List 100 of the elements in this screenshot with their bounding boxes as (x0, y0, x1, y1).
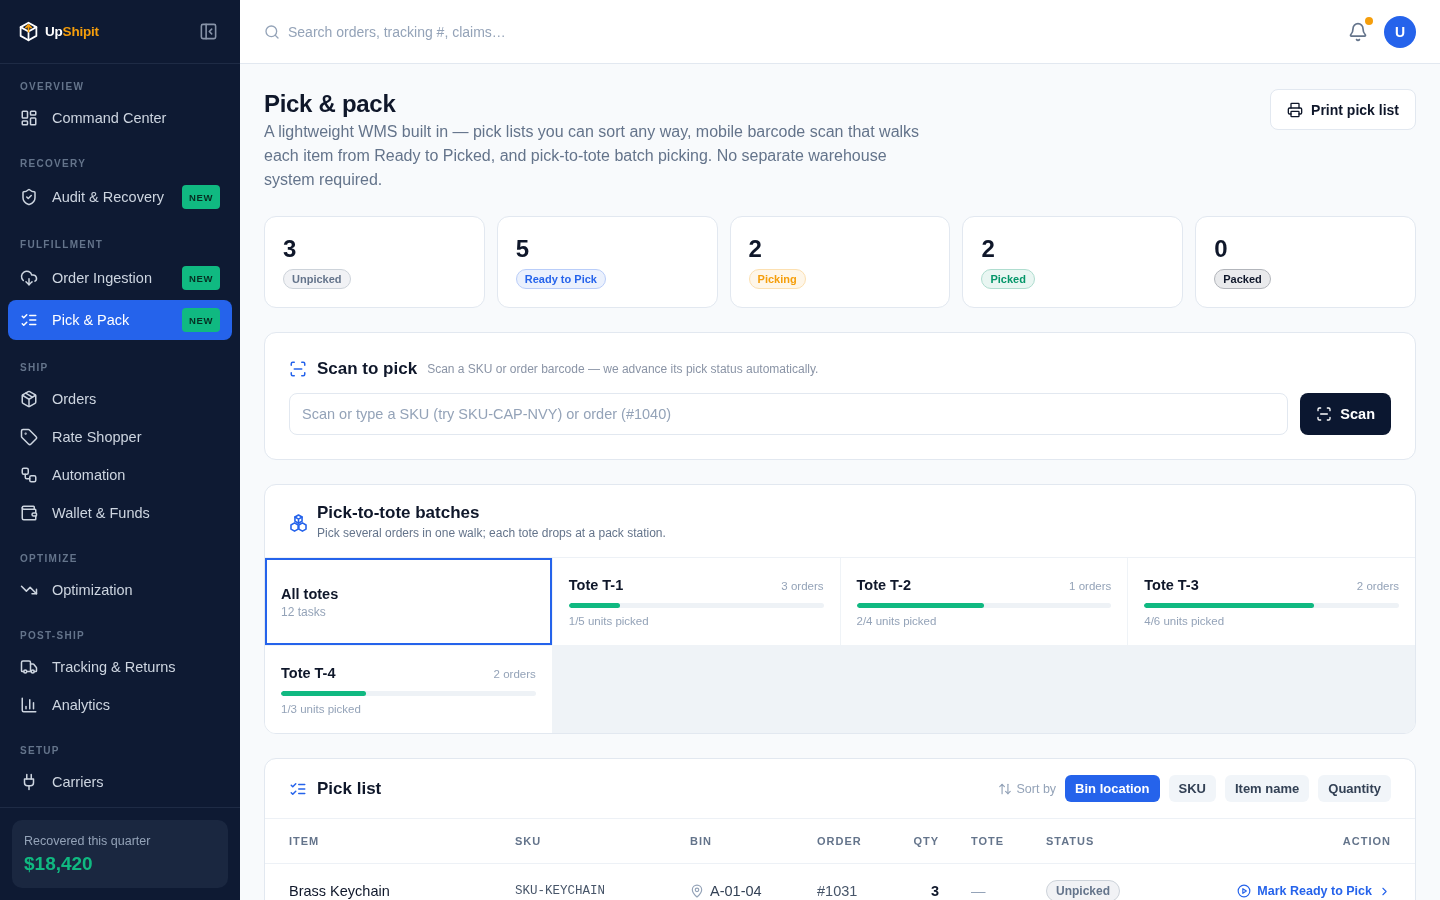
wallet-icon (20, 504, 38, 522)
nav-section-label: OVERVIEW (19, 80, 86, 94)
order-count: 1 orders (1069, 578, 1112, 594)
nav-item[interactable]: Optimization (8, 572, 232, 608)
section-title: Scan to pick (317, 359, 418, 379)
nav-item[interactable]: Orders (8, 381, 232, 417)
bell-icon (1348, 21, 1368, 42)
tote-value: — (970, 883, 987, 899)
new-badge: NEW (182, 308, 220, 332)
nav-item[interactable]: Order Ingestion NEW (8, 258, 232, 298)
mark-ready-link[interactable]: Mark Ready to Pick (1237, 884, 1391, 898)
play-circle-icon (1237, 884, 1252, 898)
order-count: 3 orders (781, 578, 824, 594)
sort-option[interactable]: Quantity (1318, 775, 1391, 802)
search-icon (264, 23, 280, 40)
nav-section-label: POST-SHIP (19, 629, 87, 643)
cloud-download-icon (20, 269, 38, 287)
new-badge: NEW (182, 266, 220, 290)
item-name: Brass Keychain (289, 883, 391, 899)
task-count: 12 tasks (281, 603, 327, 620)
package-icon (20, 390, 38, 408)
boxes-icon (289, 512, 308, 532)
stat-value: 0 (1214, 235, 1229, 263)
collapse-sidebar-button[interactable] (199, 22, 218, 41)
scan-button[interactable]: Scan (1300, 393, 1391, 435)
stat-value: 3 (283, 235, 298, 263)
page-description: A lightweight WMS built in — pick lists you can sort any way, mobile barcode scan that walks each item from Ready to Picked, and pick-to-tote batch picking. No separate warehouse system required. (264, 122, 921, 190)
column-header: QTY (913, 835, 939, 847)
sort-label: Sort by (1016, 781, 1057, 796)
user-avatar[interactable]: U (1384, 15, 1416, 48)
order-number: #1031 (817, 883, 859, 899)
order-count: 2 orders (493, 666, 536, 682)
progress-text: 1/5 units picked (568, 613, 650, 629)
stat-value: 2 (981, 235, 996, 263)
sort-arrows-icon (997, 781, 1012, 796)
summary-label: Recovered this quarter (24, 833, 152, 849)
column-header: BIN (690, 835, 713, 847)
tote-name: Tote T-4 (281, 663, 336, 683)
column-header: ORDER (817, 835, 863, 847)
section-subtitle: Scan a SKU or order barcode — we advance its pick status automatically. (427, 362, 819, 376)
tote-tile[interactable]: Tote T-1 3 orders 1/5 units picked (552, 558, 840, 645)
status-badge: Packed (1214, 269, 1271, 289)
sort-option[interactable]: Item name (1224, 775, 1310, 802)
order-count: 2 orders (1356, 578, 1399, 594)
nav-section-label: RECOVERY (19, 157, 88, 171)
status-badge: Picking (748, 269, 806, 289)
nav-item[interactable]: Tracking & Returns (8, 649, 232, 685)
summary-value: $18,420 (24, 852, 94, 876)
tote-tile[interactable]: All totes 12 tasks (265, 558, 552, 645)
status-badge: Ready to Pick (515, 269, 606, 289)
sku-code: SKU-KEYCHAIN (515, 884, 606, 898)
section-subtitle: Pick several orders in one walk; each tote drops at a pack station. (317, 525, 666, 541)
section-title: Pick-to-tote batches (317, 503, 481, 523)
tote-tile[interactable]: Tote T-2 1 orders 2/4 units picked (840, 558, 1128, 645)
sort-option[interactable]: SKU (1168, 775, 1216, 802)
workflow-icon (20, 466, 38, 484)
stat-value: 5 (515, 235, 531, 263)
status-badge: Picked (981, 269, 1035, 289)
scan-input-field[interactable]: Scan or type a SKU (try SKU-CAP-NVY) or order (#1040) (289, 393, 1289, 435)
nav-item[interactable]: Carriers (8, 764, 232, 800)
nav-section-label: FULFILLMENT (19, 238, 105, 252)
panel-collapse-icon (199, 22, 218, 41)
nav-item[interactable]: Pick & Pack NEW (8, 300, 232, 340)
bin-location: A-01-04 (710, 883, 762, 899)
checklist-icon (20, 311, 38, 329)
search-field[interactable]: Search orders, tracking #, claims… (288, 19, 708, 44)
column-header: ACTION (1342, 835, 1391, 847)
map-pin-icon (690, 884, 704, 898)
nav-section-label: OPTIMIZE (19, 552, 79, 566)
section-title: Pick list (317, 778, 382, 799)
printer-icon (1287, 101, 1304, 118)
brand-wordmark: UpShipit (45, 24, 99, 39)
status-badge: Unpicked (1046, 880, 1120, 900)
new-badge: NEW (182, 185, 220, 209)
quantity: 3 (930, 883, 939, 899)
sort-option[interactable]: Bin location (1065, 775, 1160, 802)
nav-item[interactable]: Rate Shopper (8, 419, 232, 455)
nav-item[interactable]: Command Center (8, 100, 232, 136)
nav-item[interactable]: Analytics (8, 687, 232, 723)
page-title: Pick & pack (264, 89, 397, 119)
cube-logo-icon (18, 21, 39, 42)
tote-tile[interactable]: Tote T-3 2 orders 4/6 units picked (1128, 558, 1415, 645)
tote-name: Tote T-1 (568, 575, 624, 595)
nav-item[interactable]: Automation (8, 457, 232, 493)
nav-item[interactable]: Audit & Recovery NEW (8, 177, 232, 217)
nav-section-label: SETUP (19, 744, 61, 758)
tote-tile[interactable]: Tote T-4 2 orders 1/3 units picked (265, 646, 552, 733)
column-header: SKU (515, 835, 543, 847)
tote-name: All totes (281, 584, 340, 604)
scan-frame-icon (1316, 406, 1333, 422)
column-header: STATUS (1046, 835, 1096, 847)
nav-item[interactable]: Wallet & Funds (8, 495, 232, 531)
nav-section-label: SHIP (19, 361, 50, 375)
shield-check-icon (20, 188, 38, 206)
dashboard-grid-icon (20, 109, 38, 127)
truck-icon (20, 658, 38, 676)
stat-value: 2 (748, 235, 763, 263)
tag-icon (20, 428, 38, 446)
print-pick-list-button[interactable]: Print pick list (1270, 89, 1416, 130)
tote-name: Tote T-2 (856, 575, 911, 595)
